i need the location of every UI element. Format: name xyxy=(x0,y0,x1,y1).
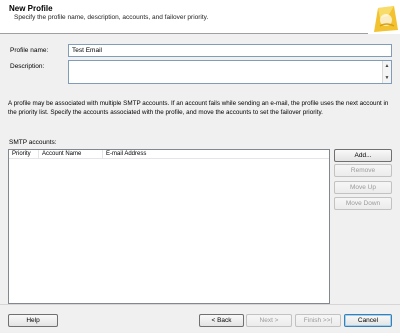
finish-button[interactable]: Finish >>| xyxy=(295,314,341,327)
move-down-button[interactable]: Move Down xyxy=(334,197,392,210)
scroll-up-arrow-icon[interactable]: ▲ xyxy=(383,62,391,70)
smtp-accounts-label: SMTP accounts: xyxy=(9,139,57,146)
description-scrollbar[interactable]: ▲ ▼ xyxy=(382,61,391,83)
add-account-button[interactable]: Add... xyxy=(334,149,392,162)
page-subtitle: Specify the profile name, description, a… xyxy=(14,14,209,21)
next-button[interactable]: Next > xyxy=(246,314,292,327)
description-label: Description: xyxy=(10,63,45,70)
info-text: A profile may be associated with multipl… xyxy=(8,100,389,116)
column-header-email-address[interactable]: E-mail Address xyxy=(103,150,331,159)
description-textarea[interactable]: ▲ ▼ xyxy=(68,60,392,84)
profile-name-input[interactable]: Test Email xyxy=(68,44,392,57)
move-up-button[interactable]: Move Up xyxy=(334,181,392,194)
remove-account-button[interactable]: Remove xyxy=(334,164,392,177)
page-title: New Profile xyxy=(9,4,53,13)
cancel-button[interactable]: Cancel xyxy=(344,314,392,327)
profile-name-label: Profile name: xyxy=(10,47,49,54)
column-header-account-name[interactable]: Account Name xyxy=(39,150,103,159)
sql-server-logo-icon xyxy=(368,2,400,34)
back-button[interactable]: < Back xyxy=(199,314,244,327)
wizard-header: New Profile Specify the profile name, de… xyxy=(0,0,400,34)
help-button[interactable]: Help xyxy=(8,314,58,327)
column-header-priority[interactable]: Priority xyxy=(9,150,39,159)
scroll-down-arrow-icon[interactable]: ▼ xyxy=(383,74,391,82)
smtp-accounts-table[interactable]: Priority Account Name E-mail Address xyxy=(8,149,330,304)
table-header: Priority Account Name E-mail Address xyxy=(9,150,329,159)
